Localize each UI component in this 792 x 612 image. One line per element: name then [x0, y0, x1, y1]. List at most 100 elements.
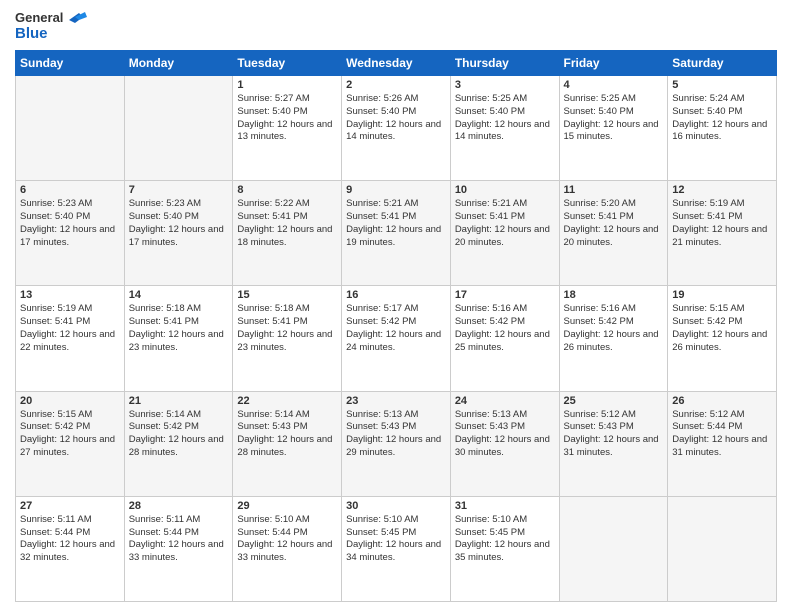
day-cell: 25 Sunrise: 5:12 AM Sunset: 5:43 PM Dayli…: [559, 391, 668, 496]
day-cell: 7Sunrise: 5:23 AM Sunset: 5:40 PM Daylig…: [124, 181, 233, 286]
weekday-sunday: Sunday: [16, 51, 125, 76]
day-cell: [124, 76, 233, 181]
day-cell: 13 Sunrise: 5:19 AM Sunset: 5:41 PM Dayli…: [16, 286, 125, 391]
day-cell: [559, 496, 668, 601]
day-info: Sunrise: 5:10 AM Sunset: 5:45 PM Dayligh…: [346, 514, 446, 565]
day-cell: 28Sunrise: 5:11 AM Sunset: 5:44 PM Dayli…: [124, 496, 233, 601]
day-number: 30: [346, 500, 446, 512]
day-cell: 10Sunrise: 5:21 AM Sunset: 5:41 PM Dayli…: [450, 181, 559, 286]
day-cell: 11 Sunrise: 5:20 AM Sunset: 5:41 PM Dayli…: [559, 181, 668, 286]
logo-general: General: [15, 10, 63, 25]
day-info: Sunrise: 5:12 AM Sunset: 5:43 PM Dayligh…: [564, 409, 664, 460]
day-info: Sunrise: 5:20 AM Sunset: 5:41 PM Dayligh…: [564, 198, 664, 249]
day-info: Sunrise: 5:19 AM Sunset: 5:41 PM Dayligh…: [20, 303, 120, 354]
day-cell: 15Sunrise: 5:18 AM Sunset: 5:41 PM Dayli…: [233, 286, 342, 391]
day-cell: [16, 76, 125, 181]
day-info: Sunrise: 5:21 AM Sunset: 5:41 PM Dayligh…: [346, 198, 446, 249]
day-number: 5: [672, 79, 772, 91]
page: General Blue SundayMondayTuesdayWednesda…: [0, 0, 792, 612]
day-info: Sunrise: 5:19 AM Sunset: 5:41 PM Dayligh…: [672, 198, 772, 249]
day-number: 16: [346, 289, 446, 301]
day-cell: 24 Sunrise: 5:13 AM Sunset: 5:43 PM Dayli…: [450, 391, 559, 496]
day-cell: 6 Sunrise: 5:23 AM Sunset: 5:40 PM Daylig…: [16, 181, 125, 286]
day-info: Sunrise: 5:27 AM Sunset: 5:40 PM Dayligh…: [237, 93, 337, 144]
logo: General Blue: [15, 10, 87, 42]
day-cell: 12 Sunrise: 5:19 AM Sunset: 5:41 PM Dayli…: [668, 181, 777, 286]
day-number: 25: [564, 395, 664, 407]
day-number: 19: [672, 289, 772, 301]
day-cell: 22 Sunrise: 5:14 AM Sunset: 5:43 PM Dayli…: [233, 391, 342, 496]
day-info: Sunrise: 5:17 AM Sunset: 5:42 PM Dayligh…: [346, 303, 446, 354]
weekday-thursday: Thursday: [450, 51, 559, 76]
day-number: 21: [129, 395, 229, 407]
logo-bird-icon: [65, 9, 87, 36]
day-cell: 14Sunrise: 5:18 AM Sunset: 5:41 PM Dayli…: [124, 286, 233, 391]
day-info: Sunrise: 5:10 AM Sunset: 5:45 PM Dayligh…: [455, 514, 555, 565]
day-info: Sunrise: 5:25 AM Sunset: 5:40 PM Dayligh…: [455, 93, 555, 144]
day-number: 1: [237, 79, 337, 91]
day-cell: 5 Sunrise: 5:24 AM Sunset: 5:40 PM Daylig…: [668, 76, 777, 181]
weekday-monday: Monday: [124, 51, 233, 76]
weekday-tuesday: Tuesday: [233, 51, 342, 76]
day-info: Sunrise: 5:14 AM Sunset: 5:43 PM Dayligh…: [237, 409, 337, 460]
day-cell: 1 Sunrise: 5:27 AM Sunset: 5:40 PM Daylig…: [233, 76, 342, 181]
day-cell: 4 Sunrise: 5:25 AM Sunset: 5:40 PM Daylig…: [559, 76, 668, 181]
day-number: 31: [455, 500, 555, 512]
day-number: 28: [129, 500, 229, 512]
day-number: 10: [455, 184, 555, 196]
day-number: 9: [346, 184, 446, 196]
day-cell: 2Sunrise: 5:26 AM Sunset: 5:40 PM Daylig…: [342, 76, 451, 181]
day-number: 26: [672, 395, 772, 407]
logo-blue: Blue: [15, 25, 63, 42]
day-cell: 21 Sunrise: 5:14 AM Sunset: 5:42 PM Dayli…: [124, 391, 233, 496]
logo-text-block: General Blue: [15, 10, 63, 42]
day-info: Sunrise: 5:24 AM Sunset: 5:40 PM Dayligh…: [672, 93, 772, 144]
day-info: Sunrise: 5:16 AM Sunset: 5:42 PM Dayligh…: [564, 303, 664, 354]
day-info: Sunrise: 5:13 AM Sunset: 5:43 PM Dayligh…: [346, 409, 446, 460]
weekday-wednesday: Wednesday: [342, 51, 451, 76]
day-number: 11: [564, 184, 664, 196]
day-cell: 26Sunrise: 5:12 AM Sunset: 5:44 PM Dayli…: [668, 391, 777, 496]
day-info: Sunrise: 5:26 AM Sunset: 5:40 PM Dayligh…: [346, 93, 446, 144]
week-row-4: 20 Sunrise: 5:15 AM Sunset: 5:42 PM Dayli…: [16, 391, 777, 496]
weekday-saturday: Saturday: [668, 51, 777, 76]
day-info: Sunrise: 5:13 AM Sunset: 5:43 PM Dayligh…: [455, 409, 555, 460]
day-info: Sunrise: 5:25 AM Sunset: 5:40 PM Dayligh…: [564, 93, 664, 144]
day-number: 20: [20, 395, 120, 407]
day-cell: 8Sunrise: 5:22 AM Sunset: 5:41 PM Daylig…: [233, 181, 342, 286]
day-number: 15: [237, 289, 337, 301]
day-number: 24: [455, 395, 555, 407]
day-number: 4: [564, 79, 664, 91]
weekday-friday: Friday: [559, 51, 668, 76]
day-cell: 3Sunrise: 5:25 AM Sunset: 5:40 PM Daylig…: [450, 76, 559, 181]
day-cell: 19 Sunrise: 5:15 AM Sunset: 5:42 PM Dayli…: [668, 286, 777, 391]
week-row-2: 6 Sunrise: 5:23 AM Sunset: 5:40 PM Daylig…: [16, 181, 777, 286]
day-cell: [668, 496, 777, 601]
week-row-5: 27Sunrise: 5:11 AM Sunset: 5:44 PM Dayli…: [16, 496, 777, 601]
day-number: 6: [20, 184, 120, 196]
day-number: 22: [237, 395, 337, 407]
day-info: Sunrise: 5:14 AM Sunset: 5:42 PM Dayligh…: [129, 409, 229, 460]
day-cell: 9 Sunrise: 5:21 AM Sunset: 5:41 PM Daylig…: [342, 181, 451, 286]
logo-wrapper: General Blue: [15, 10, 87, 42]
weekday-header-row: SundayMondayTuesdayWednesdayThursdayFrid…: [16, 51, 777, 76]
day-number: 12: [672, 184, 772, 196]
day-info: Sunrise: 5:15 AM Sunset: 5:42 PM Dayligh…: [20, 409, 120, 460]
week-row-1: 1 Sunrise: 5:27 AM Sunset: 5:40 PM Daylig…: [16, 76, 777, 181]
day-cell: 29 Sunrise: 5:10 AM Sunset: 5:44 PM Dayli…: [233, 496, 342, 601]
day-number: 17: [455, 289, 555, 301]
day-cell: 17Sunrise: 5:16 AM Sunset: 5:42 PM Dayli…: [450, 286, 559, 391]
day-number: 13: [20, 289, 120, 301]
header: General Blue: [15, 10, 777, 42]
day-cell: 27Sunrise: 5:11 AM Sunset: 5:44 PM Dayli…: [16, 496, 125, 601]
day-number: 8: [237, 184, 337, 196]
day-info: Sunrise: 5:11 AM Sunset: 5:44 PM Dayligh…: [20, 514, 120, 565]
day-info: Sunrise: 5:23 AM Sunset: 5:40 PM Dayligh…: [20, 198, 120, 249]
day-info: Sunrise: 5:10 AM Sunset: 5:44 PM Dayligh…: [237, 514, 337, 565]
day-info: Sunrise: 5:15 AM Sunset: 5:42 PM Dayligh…: [672, 303, 772, 354]
day-number: 7: [129, 184, 229, 196]
day-cell: 20 Sunrise: 5:15 AM Sunset: 5:42 PM Dayli…: [16, 391, 125, 496]
week-row-3: 13 Sunrise: 5:19 AM Sunset: 5:41 PM Dayli…: [16, 286, 777, 391]
calendar-table: SundayMondayTuesdayWednesdayThursdayFrid…: [15, 50, 777, 602]
day-number: 29: [237, 500, 337, 512]
